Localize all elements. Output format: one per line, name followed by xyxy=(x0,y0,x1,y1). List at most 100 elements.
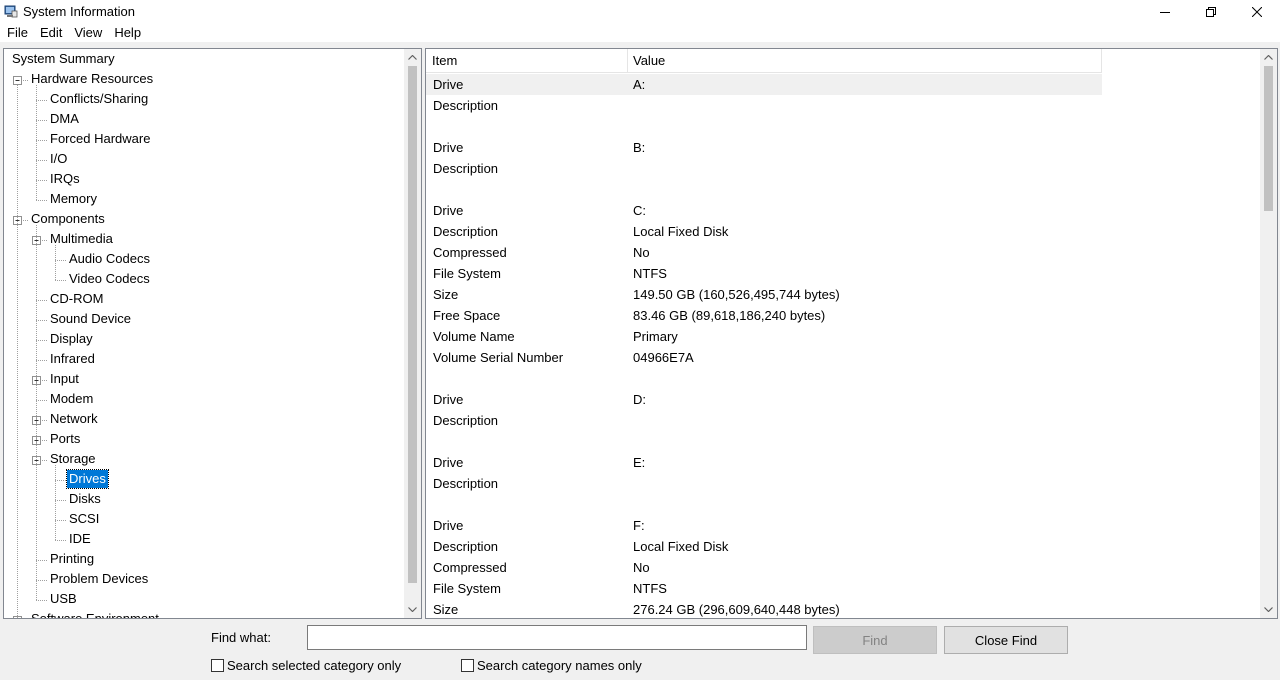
list-row[interactable]: Drive F: xyxy=(426,515,1102,536)
list-row[interactable]: Compressed No xyxy=(426,242,1102,263)
tree-connector xyxy=(55,480,66,481)
list-row[interactable]: Description xyxy=(426,473,1102,494)
search-category-names-checkbox[interactable]: Search category names only xyxy=(461,658,642,673)
column-header-item[interactable]: Item xyxy=(426,49,457,73)
list-row[interactable] xyxy=(426,431,1102,452)
restore-button[interactable] xyxy=(1188,0,1234,23)
list-row[interactable]: Size 149.50 GB (160,526,495,744 bytes) xyxy=(426,284,1102,305)
list-row[interactable]: Volume Name Primary xyxy=(426,326,1102,347)
tree-item-dma[interactable]: DMA xyxy=(48,110,81,130)
tree-item-conflicts-sharing[interactable]: Conflicts/Sharing xyxy=(48,90,150,110)
close-find-button[interactable]: Close Find xyxy=(944,626,1068,654)
scroll-thumb[interactable] xyxy=(408,66,417,583)
tree-item-input[interactable]: Input xyxy=(48,370,81,390)
list-row[interactable]: Size 276.24 GB (296,609,640,448 bytes) xyxy=(426,599,1102,618)
window-title: System Information xyxy=(23,4,135,19)
tree-item-multimedia[interactable]: Multimedia xyxy=(48,230,115,250)
tree-connector xyxy=(36,600,47,601)
list-row[interactable]: Description xyxy=(426,410,1102,431)
list-row[interactable]: Free Space 83.46 GB (89,618,186,240 bytes… xyxy=(426,305,1102,326)
search-selected-category-checkbox[interactable]: Search selected category only xyxy=(211,658,401,673)
tree-connector xyxy=(55,280,66,281)
tree-item-cd-rom[interactable]: CD-ROM xyxy=(48,290,105,310)
tree-item-scsi[interactable]: SCSI xyxy=(67,510,101,530)
item-cell: Drive xyxy=(433,518,464,533)
minimize-button[interactable] xyxy=(1142,0,1188,23)
value-cell: 83.46 GB (89,618,186,240 bytes) xyxy=(633,308,826,323)
find-button[interactable]: Find xyxy=(813,626,937,654)
scroll-thumb[interactable] xyxy=(1264,66,1273,211)
menu-file[interactable]: File xyxy=(0,23,34,42)
item-cell: Drive xyxy=(433,140,464,155)
scroll-down-arrow-icon[interactable] xyxy=(404,601,421,618)
tree-item-infrared[interactable]: Infrared xyxy=(48,350,97,370)
list-row[interactable]: Drive E: xyxy=(426,452,1102,473)
tree-item-system-summary[interactable]: System Summary xyxy=(10,50,117,70)
tree-item-problem-devices[interactable]: Problem Devices xyxy=(48,570,150,590)
tree-item-irqs[interactable]: IRQs xyxy=(48,170,82,190)
tree-item-disks[interactable]: Disks xyxy=(67,490,103,510)
tree-item-software-environment[interactable]: Software Environment xyxy=(29,610,161,618)
list-row[interactable]: File System NTFS xyxy=(426,578,1102,599)
list-row[interactable]: Drive A: xyxy=(426,74,1102,95)
tree-item-drives[interactable]: Drives xyxy=(66,469,109,490)
tree-item-label: SCSI xyxy=(69,511,100,526)
close-button[interactable] xyxy=(1234,0,1280,23)
item-cell: Free Space xyxy=(433,308,501,323)
list-row[interactable] xyxy=(426,494,1102,515)
tree-connector xyxy=(36,580,47,581)
list-row[interactable] xyxy=(426,116,1102,137)
find-bar: Find what: Find Close Find Search select… xyxy=(0,620,1280,680)
column-divider[interactable] xyxy=(1101,49,1102,73)
tree-item-sound-device[interactable]: Sound Device xyxy=(48,310,133,330)
tree-vertical-scrollbar[interactable] xyxy=(404,49,421,618)
close-icon xyxy=(1252,6,1262,17)
menu-help[interactable]: Help xyxy=(108,23,147,42)
tree-item-hardware-resources[interactable]: Hardware Resources xyxy=(29,70,155,90)
find-what-label: Find what: xyxy=(211,630,271,645)
checkbox-box[interactable] xyxy=(211,659,224,672)
list-row[interactable]: Drive C: xyxy=(426,200,1102,221)
tree-item-modem[interactable]: Modem xyxy=(48,390,95,410)
list-row[interactable] xyxy=(426,368,1102,389)
tree-item-components[interactable]: Components xyxy=(29,210,107,230)
category-tree[interactable]: System Summary Hardware Resources Conflict… xyxy=(3,48,422,619)
tree-item-video-codecs[interactable]: Video Codecs xyxy=(67,270,152,290)
tree-connector xyxy=(36,180,47,181)
scroll-up-arrow-icon[interactable] xyxy=(404,49,421,66)
tree-item-label: Ports xyxy=(50,431,81,446)
tree-item-usb[interactable]: USB xyxy=(48,590,79,610)
list-row[interactable]: Volume Serial Number 04966E7A xyxy=(426,347,1102,368)
menu-view[interactable]: View xyxy=(68,23,108,42)
list-row[interactable]: Description Local Fixed Disk xyxy=(426,221,1102,242)
tree-item-audio-codecs[interactable]: Audio Codecs xyxy=(67,250,152,270)
checkbox-box[interactable] xyxy=(461,659,474,672)
tree-item-ide[interactable]: IDE xyxy=(67,530,93,550)
tree-item-printing[interactable]: Printing xyxy=(48,550,96,570)
find-what-input[interactable] xyxy=(307,625,807,650)
list-row[interactable]: Description xyxy=(426,95,1102,116)
tree-item-display[interactable]: Display xyxy=(48,330,95,350)
column-header-value[interactable]: Value xyxy=(627,49,665,73)
menu-edit[interactable]: Edit xyxy=(34,23,68,42)
tree-item-forced-hardware[interactable]: Forced Hardware xyxy=(48,130,152,150)
list-row[interactable]: Compressed No xyxy=(426,557,1102,578)
list-row[interactable]: Drive D: xyxy=(426,389,1102,410)
details-list[interactable]: Item Value Drive A: Description Drive B: Desc… xyxy=(425,48,1278,619)
list-row[interactable] xyxy=(426,179,1102,200)
tree-item-label: System Summary xyxy=(12,51,115,66)
list-row[interactable]: Description Local Fixed Disk xyxy=(426,536,1102,557)
list-vertical-scrollbar[interactable] xyxy=(1260,49,1277,618)
tree-item-i-o[interactable]: I/O xyxy=(48,150,69,170)
list-row[interactable]: File System NTFS xyxy=(426,263,1102,284)
collapse-minus-icon[interactable] xyxy=(13,76,22,85)
scroll-down-arrow-icon[interactable] xyxy=(1260,601,1277,618)
list-row[interactable]: Drive B: xyxy=(426,137,1102,158)
scroll-up-arrow-icon[interactable] xyxy=(1260,49,1277,66)
tree-item-label: IDE xyxy=(69,531,91,546)
tree-item-memory[interactable]: Memory xyxy=(48,190,99,210)
tree-item-ports[interactable]: Ports xyxy=(48,430,82,450)
value-cell: 04966E7A xyxy=(633,350,694,365)
tree-item-network[interactable]: Network xyxy=(48,410,100,430)
list-row[interactable]: Description xyxy=(426,158,1102,179)
